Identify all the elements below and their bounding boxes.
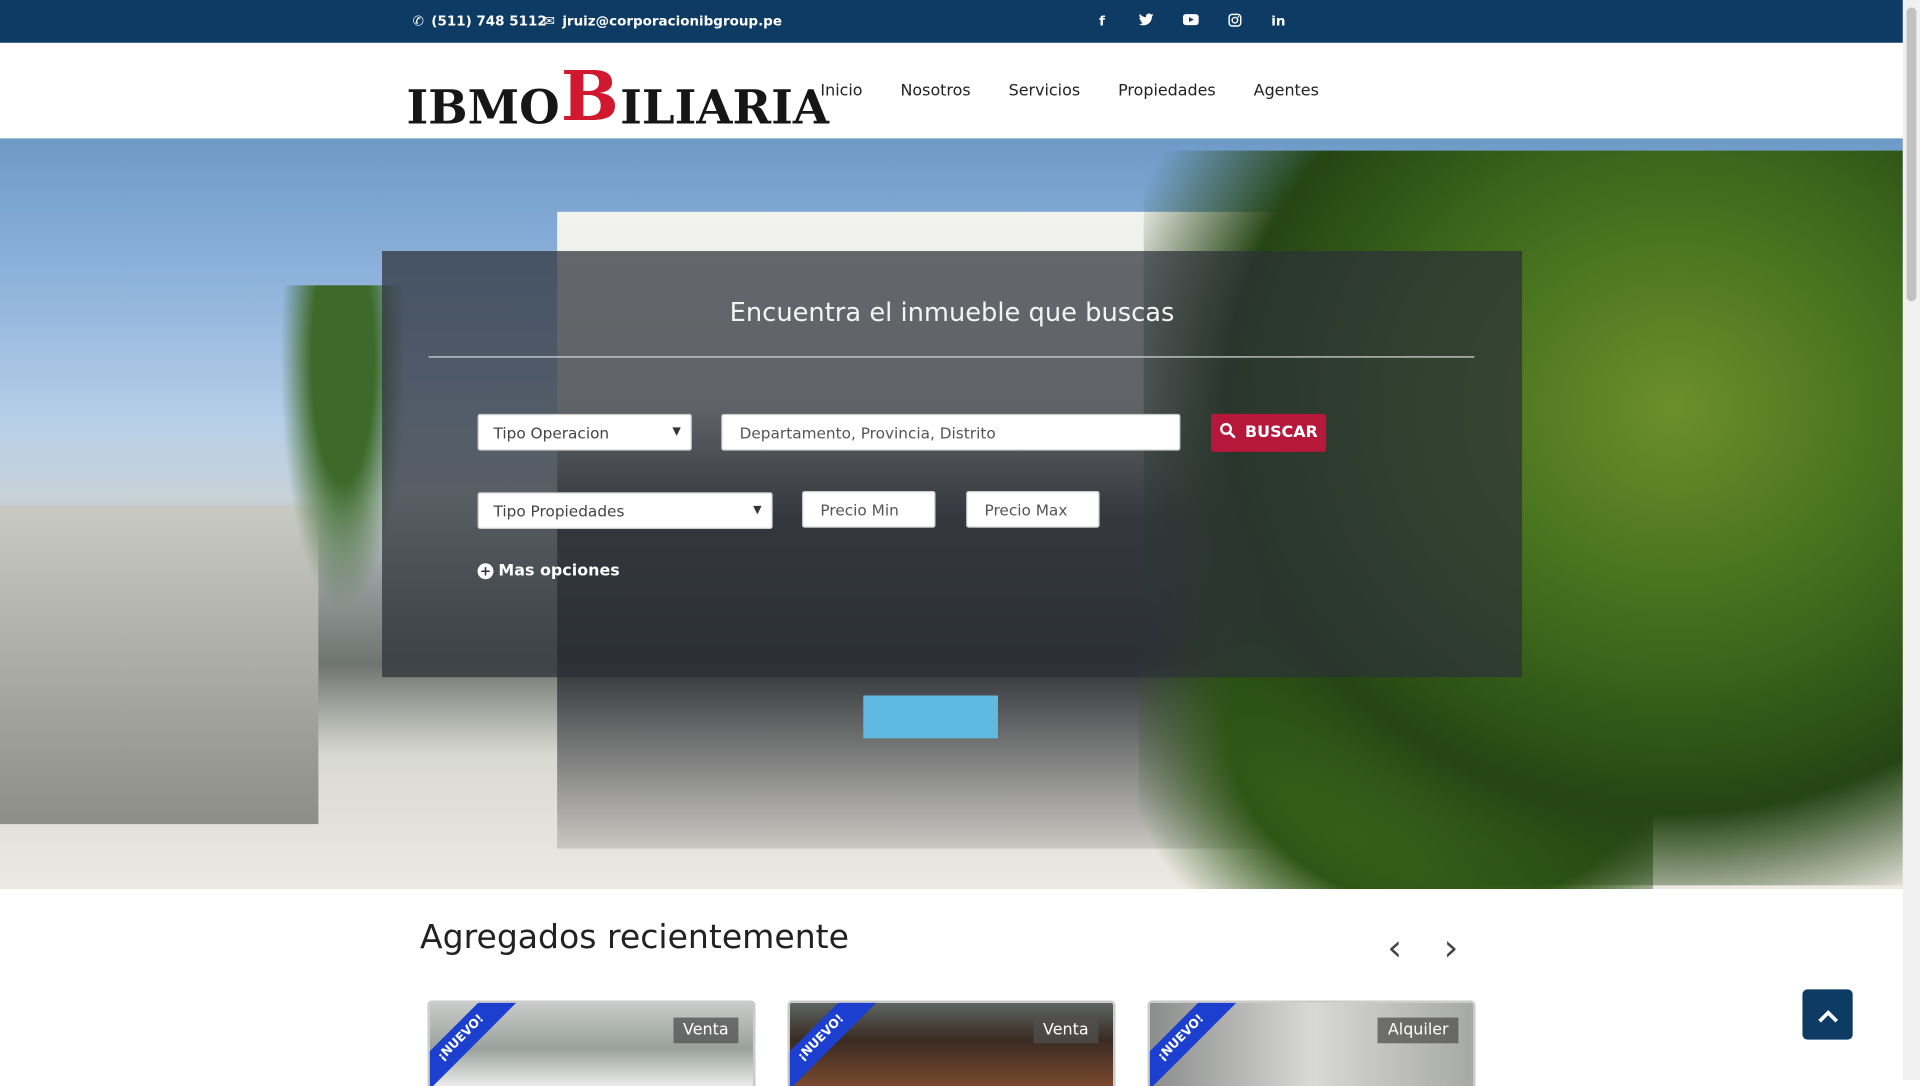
property-card[interactable]: ¡NUEVO! Venta [427,1000,756,1086]
nav-item-nosotros[interactable]: Nosotros [901,81,971,99]
property-card[interactable]: ¡NUEVO! Venta [787,1000,1116,1086]
scrollbar-thumb[interactable] [1906,7,1917,302]
logo-text-3: ILIARIA [620,79,829,135]
phone-contact[interactable]: ✆ (511) 748 5112 [413,0,547,43]
max-price-placeholder: Precio Max [984,500,1068,519]
site-logo[interactable]: IBMO B ILIARIA [406,55,829,138]
carousel-next-icon[interactable]: › [1444,930,1459,968]
section-title: Agregados recientemente [420,918,849,957]
plus-circle-icon: + [477,563,494,580]
social-links: f in [1080,0,1300,43]
max-price-input[interactable]: Precio Max [966,491,1100,528]
property-type-value: Tipo Propiedades [493,501,625,520]
search-icon [1219,422,1236,443]
envelope-icon: ✉ [543,13,555,30]
facebook-icon[interactable]: f [1080,13,1124,29]
nav-item-propiedades[interactable]: Propiedades [1118,81,1216,99]
more-options-label: Mas opciones [498,562,620,581]
search-divider [428,356,1475,358]
site-header: IBMO B ILIARIA Inicio Nosotros Servicios P… [0,42,1903,139]
location-placeholder: Departamento, Provincia, Distrito [739,423,996,442]
operation-type-select[interactable]: Tipo Operacion ▼ [477,413,692,451]
chevron-up-icon [1817,1000,1839,1029]
search-title: Encuentra el inmueble que buscas [729,297,1175,327]
location-input[interactable]: Departamento, Provincia, Distrito [721,413,1181,451]
operation-badge: Alquiler [1378,1017,1459,1044]
search-button[interactable]: BUSCAR [1211,413,1327,452]
twitter-icon[interactable] [1124,13,1168,29]
hero-image-pool [863,695,998,739]
more-options-toggle[interactable]: + Mas opciones [477,562,620,581]
logo-text-2: B [560,56,619,138]
min-price-input[interactable]: Precio Min [802,491,936,528]
phone-number: (511) 748 5112 [431,13,547,30]
chevron-down-icon: ▼ [672,426,681,439]
nav-item-agentes[interactable]: Agentes [1254,81,1319,99]
nav-item-servicios[interactable]: Servicios [1009,81,1080,99]
carousel-prev-icon[interactable]: ‹ [1387,930,1402,968]
email-contact[interactable]: ✉ jruiz@corporacionibgroup.pe [544,0,782,43]
nav-item-inicio[interactable]: Inicio [820,81,862,99]
top-bar: ✆ (511) 748 5112 ✉ jruiz@corporacionibgr… [0,0,1903,43]
youtube-icon[interactable] [1168,13,1212,29]
email-address: jruiz@corporacionibgroup.pe [562,13,782,30]
logo-text-1: IBMO [406,79,560,135]
operation-badge: Venta [1033,1017,1099,1044]
back-to-top-button[interactable] [1802,989,1853,1040]
property-type-select[interactable]: Tipo Propiedades ▼ [477,492,773,529]
instagram-icon[interactable] [1212,13,1256,30]
operation-type-value: Tipo Operacion [493,423,610,442]
operation-badge: Venta [673,1017,739,1044]
linkedin-icon[interactable]: in [1256,13,1300,29]
search-button-label: BUSCAR [1245,423,1318,443]
page-scrollbar[interactable] [1902,0,1920,1081]
property-card[interactable]: ¡NUEVO! Alquiler [1147,1000,1476,1086]
main-nav: Inicio Nosotros Servicios Propiedades Ag… [820,43,1356,139]
chevron-down-icon: ▼ [753,504,762,517]
min-price-placeholder: Precio Min [820,500,899,519]
property-search-panel: Encuentra el inmueble que buscas Tipo Op… [382,251,1523,678]
phone-icon: ✆ [412,13,424,30]
